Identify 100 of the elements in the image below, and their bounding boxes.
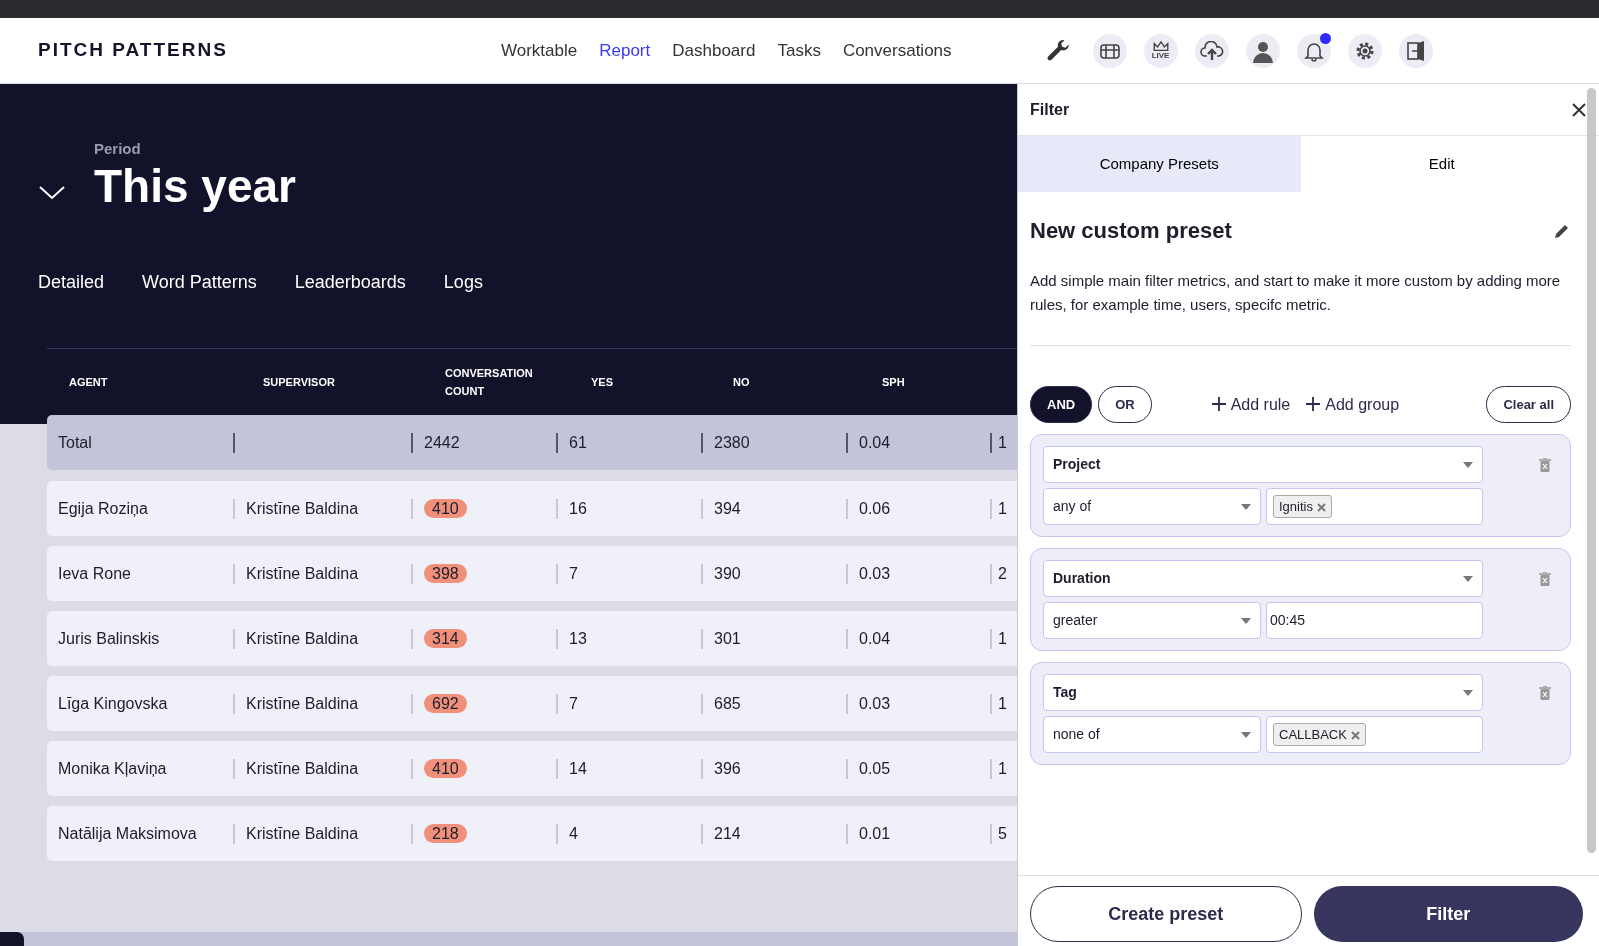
- close-icon[interactable]: [1571, 101, 1587, 118]
- table-cell: 5: [998, 824, 1007, 842]
- table-cell: 4: [569, 824, 578, 842]
- table-cell: 0.03: [859, 694, 891, 712]
- preset-title: New custom preset: [1030, 217, 1232, 245]
- total-cell: Total: [58, 433, 92, 451]
- field-select[interactable]: Tag: [1043, 674, 1483, 711]
- nav-link[interactable]: Dashboard: [672, 37, 756, 64]
- caret-icon: [1241, 617, 1251, 624]
- cloud-upload-icon[interactable]: [1194, 33, 1229, 68]
- vertical-scrollbar[interactable]: [1587, 88, 1596, 853]
- table-cell: 685: [714, 694, 741, 712]
- field-select[interactable]: Project: [1043, 446, 1483, 483]
- table-cell: 1: [998, 759, 1007, 777]
- operator-select[interactable]: any of: [1043, 488, 1261, 525]
- table-cell: 0.04: [859, 629, 891, 647]
- tag-chip[interactable]: Ignitis: [1273, 494, 1332, 519]
- count-badge: 410: [424, 758, 467, 778]
- count-badge: 398: [424, 563, 467, 583]
- tag-chip[interactable]: CALLBACK: [1273, 722, 1366, 747]
- table-cell: Kristīne Baldina: [246, 759, 359, 777]
- table-cell: 1: [998, 694, 1007, 712]
- column-header: CONVERSATION COUNT: [445, 366, 534, 400]
- filter-button[interactable]: Filter: [1313, 886, 1583, 942]
- total-cell: 1: [998, 433, 1007, 451]
- toolbar-button[interactable]: [1296, 33, 1331, 68]
- table-cell: 16: [569, 499, 587, 517]
- report-tab[interactable]: Detailed: [38, 269, 105, 297]
- settings-icon[interactable]: [1347, 33, 1382, 68]
- combinator-toggle[interactable]: OR: [1098, 386, 1152, 423]
- chevron-down-icon[interactable]: [38, 183, 66, 200]
- plus-icon: [1211, 396, 1226, 411]
- door-exit-icon[interactable]: [1398, 33, 1433, 68]
- table-cell: Līga Kingovska: [58, 694, 168, 712]
- report-tab[interactable]: Word Patterns: [142, 269, 257, 297]
- column-header: NO: [733, 374, 751, 390]
- caret-icon: [1241, 731, 1251, 738]
- table-cell: 2: [998, 564, 1007, 582]
- panel-title: Filter: [1030, 99, 1070, 120]
- count-badge: 692: [424, 693, 467, 713]
- period-label: Period: [94, 139, 142, 159]
- table-cell: Juris Balinskis: [58, 629, 160, 647]
- value-field[interactable]: CALLBACK: [1266, 716, 1483, 753]
- table-cell: Kristīne Baldina: [246, 694, 359, 712]
- caret-icon: [1241, 503, 1251, 510]
- table-cell: 301: [714, 629, 741, 647]
- trash-icon[interactable]: [1539, 686, 1551, 700]
- table-cell: 0.01: [859, 824, 891, 842]
- horizontal-scrollbar[interactable]: [0, 932, 1017, 946]
- table-cell: 390: [714, 564, 741, 582]
- avatar-icon[interactable]: [1245, 33, 1280, 68]
- table-cell: Kristīne Baldina: [246, 824, 359, 842]
- trash-icon[interactable]: [1539, 458, 1551, 472]
- preset-description: Add simple main filter metrics, and start to make it more custom by adding more rules, for example time, users, specifc metric.: [1030, 269, 1571, 346]
- remove-icon[interactable]: [1350, 730, 1360, 740]
- table-cell: 396: [714, 759, 741, 777]
- toolbar-button[interactable]: LIVE: [1143, 33, 1178, 68]
- value-field[interactable]: Ignitis: [1266, 488, 1483, 525]
- nav-link[interactable]: Report: [599, 37, 651, 64]
- value-field[interactable]: 00:45: [1266, 602, 1483, 639]
- total-cell: 2442: [424, 433, 460, 451]
- add-rule-link[interactable]: Add rule: [1207, 392, 1295, 417]
- table-cell: 7: [569, 694, 578, 712]
- table-cell: 1: [998, 499, 1007, 517]
- column-header: SUPERVISOR: [263, 374, 336, 390]
- clear-all-button[interactable]: Clear all: [1486, 386, 1571, 423]
- plus-icon: [1306, 396, 1321, 411]
- table-cell: 14: [569, 759, 587, 777]
- panel-tab[interactable]: Company Presets: [1018, 136, 1301, 192]
- remove-icon[interactable]: [1316, 502, 1326, 512]
- caret-icon: [1463, 689, 1473, 696]
- add-group-link[interactable]: Add group: [1302, 392, 1404, 417]
- crown-icon: [1151, 41, 1170, 52]
- caret-icon: [1463, 461, 1473, 468]
- create-preset-button[interactable]: Create preset: [1030, 886, 1302, 942]
- period-value: This year: [94, 160, 296, 212]
- field-select[interactable]: Duration: [1043, 560, 1483, 597]
- table-cell: Kristīne Baldina: [246, 629, 359, 647]
- table-cell: 1: [998, 629, 1007, 647]
- count-badge: 410: [424, 498, 467, 518]
- table-cell: 394: [714, 499, 741, 517]
- report-tab[interactable]: Leaderboards: [294, 269, 406, 297]
- scrollbar-thumb[interactable]: [0, 932, 24, 946]
- total-cell: 2380: [714, 433, 750, 451]
- nav-link[interactable]: Conversations: [842, 37, 952, 64]
- operator-select[interactable]: none of: [1043, 716, 1261, 753]
- table-cell: 13: [569, 629, 587, 647]
- table-cell: Natālija Maksimova: [58, 824, 197, 842]
- table-cell: 0.03: [859, 564, 891, 582]
- trash-icon[interactable]: [1539, 572, 1551, 586]
- nav-link[interactable]: Tasks: [777, 37, 821, 64]
- report-tab[interactable]: Logs: [443, 269, 483, 297]
- table-cell: 7: [569, 564, 578, 582]
- nav-link[interactable]: Worktable: [501, 37, 578, 64]
- combinator-toggle[interactable]: AND: [1030, 386, 1093, 423]
- column-header: SPH: [882, 374, 906, 390]
- total-cell: 61: [569, 433, 587, 451]
- table-cell: 0.05: [859, 759, 891, 777]
- operator-select[interactable]: greater: [1043, 602, 1261, 639]
- table-cell: Monika Kļaviņa: [58, 759, 167, 777]
